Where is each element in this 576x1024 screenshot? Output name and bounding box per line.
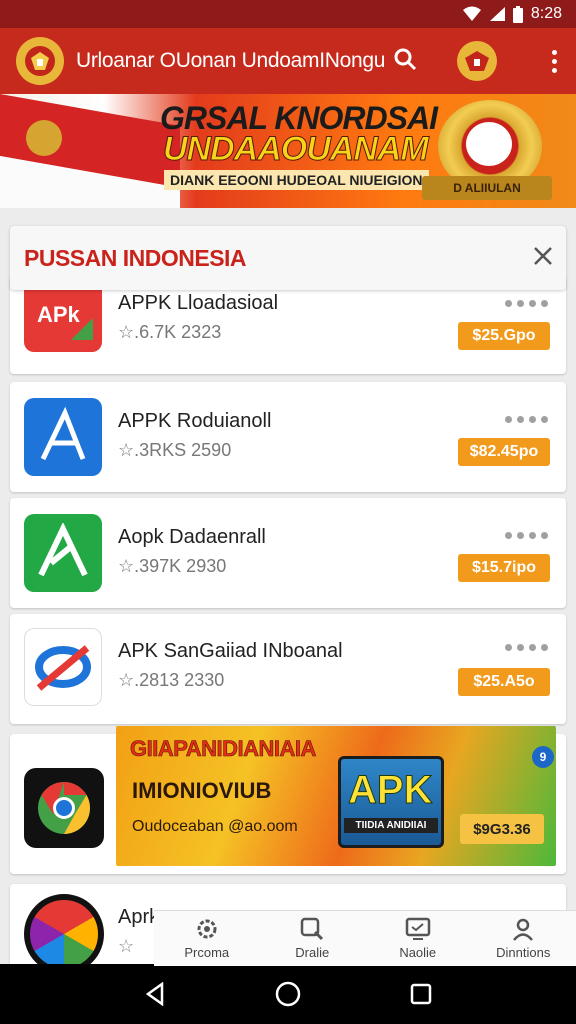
app-rating: ☆.6.7K 2323 xyxy=(118,322,222,342)
dot-icon xyxy=(551,58,557,64)
status-time: 8:28 xyxy=(530,5,562,22)
person-icon xyxy=(513,918,534,941)
garuda-emblem-icon xyxy=(16,37,64,85)
app-name: APK SanGaiiad INboanal xyxy=(118,640,343,662)
promo-banner[interactable]: GIIAPANIDIANIAIA IMIONIOVIUB Oudoceaban … xyxy=(116,726,556,866)
app-name: APPK Roduianoll xyxy=(118,410,272,432)
system-navigation-bar xyxy=(0,964,576,1024)
recents-button[interactable] xyxy=(410,983,432,1005)
promo-card[interactable]: GIIAPANIDIANIAIA IMIONIOVIUB Oudoceaban … xyxy=(10,726,566,874)
bottom-tab-bar: Prcoma Dralie Naolie Dinntions xyxy=(154,910,576,966)
hero-title: UNDAAOUANAM xyxy=(163,130,430,169)
tab-label: Naolie xyxy=(399,945,437,960)
promo-title: IMIONIOVIUB xyxy=(132,778,272,803)
recents-icon xyxy=(410,983,431,1005)
battery-icon xyxy=(512,5,523,23)
notification-badge: 9 xyxy=(532,746,554,768)
screen-icon xyxy=(405,917,430,940)
hero-subtitle: DIANK EEOONI HUDEOAL NIUEIGION xyxy=(164,170,429,190)
apk-logo-text: APK xyxy=(347,768,433,813)
price-button[interactable]: $15.7ipo xyxy=(458,554,550,582)
app-rating: ☆ xyxy=(118,936,135,956)
search-icon xyxy=(301,917,324,941)
dot-icon xyxy=(551,49,557,55)
apk-caption: TIIDIA ANIDIIAI xyxy=(344,818,438,833)
list-item[interactable]: APK SanGaiiad INboanal ☆.2813 2330 $25.A… xyxy=(10,614,566,724)
tab-label: Dinntions xyxy=(496,945,551,960)
app-bar: Urloanar OUonan UndoamINongu xyxy=(0,28,576,94)
tab-label: Dralie xyxy=(295,945,330,960)
wifi-icon xyxy=(462,6,481,21)
item-menu-button[interactable] xyxy=(505,532,548,539)
dot-icon xyxy=(551,67,557,73)
search-icon xyxy=(394,48,417,70)
gear-icon xyxy=(197,919,217,939)
app-name: Aprk xyxy=(118,906,160,928)
app-name: APPK Lloadasioal xyxy=(118,292,279,314)
section-header: PUSSAN INDONESIA xyxy=(10,226,566,290)
svg-text:APk: APk xyxy=(37,302,81,327)
app-rating: ☆.3RKS 2590 xyxy=(118,440,232,460)
apk-app-icon xyxy=(24,398,102,476)
app-name: Aopk Dadaenrall xyxy=(118,526,266,548)
apk-app-icon xyxy=(24,628,102,706)
hero-banner[interactable]: GRSAL KNORDSAI UNDAAOUANAM DIANK EEOONI … xyxy=(0,94,576,208)
tab-label: Prcoma xyxy=(184,945,230,960)
close-icon xyxy=(534,246,552,265)
section-title: PUSSAN INDONESIA xyxy=(24,244,247,271)
price-button[interactable]: $25.A5o xyxy=(458,668,550,696)
seal-center xyxy=(466,122,512,166)
tab-prcoma[interactable]: Prcoma xyxy=(154,911,260,966)
home-icon xyxy=(275,981,301,1007)
close-button[interactable] xyxy=(532,245,554,272)
item-menu-button[interactable] xyxy=(505,416,548,423)
back-button[interactable] xyxy=(144,982,166,1006)
list-item[interactable]: APk APPK Lloadasioal ☆.6.7K 2323 $25.Gpo xyxy=(10,276,566,374)
item-menu-button[interactable] xyxy=(505,644,548,651)
promo-headline: GIIAPANIDIANIAIA xyxy=(130,736,317,762)
apk-app-icon xyxy=(24,514,102,592)
price-button[interactable]: $82.45po xyxy=(458,438,550,466)
app-rating: ☆.2813 2330 xyxy=(118,670,225,690)
chrome-icon xyxy=(24,768,104,848)
garuda-emblem-icon xyxy=(457,41,498,81)
home-button[interactable] xyxy=(275,981,301,1007)
app-logo-icon xyxy=(24,894,104,974)
signal-icon xyxy=(489,7,505,21)
app-title: Urloanar OUonan UndoamINongu xyxy=(76,49,386,72)
tab-naolie[interactable]: Naolie xyxy=(365,911,471,966)
promo-price[interactable]: $9G3.36 xyxy=(460,814,544,844)
search-button[interactable] xyxy=(393,47,417,76)
garuda-icon xyxy=(26,120,62,156)
back-icon xyxy=(146,982,164,1006)
tab-dinntions[interactable]: Dinntions xyxy=(471,911,576,966)
app-rating: ☆.397K 2930 xyxy=(118,556,227,576)
promo-contact: Oudoceaban @ao.oom xyxy=(132,818,298,835)
item-menu-button[interactable] xyxy=(505,300,548,307)
list-item[interactable]: APPK Roduianoll ☆.3RKS 2590 $82.45po xyxy=(10,382,566,492)
status-bar: 8:28 xyxy=(0,0,576,28)
seal-ribbon: D ALIIULAN xyxy=(422,176,552,200)
price-button[interactable]: $25.Gpo xyxy=(458,322,550,350)
more-options-button[interactable] xyxy=(544,49,564,73)
tab-dralie[interactable]: Dralie xyxy=(260,911,366,966)
list-item[interactable]: Aopk Dadaenrall ☆.397K 2930 $15.7ipo xyxy=(10,498,566,608)
